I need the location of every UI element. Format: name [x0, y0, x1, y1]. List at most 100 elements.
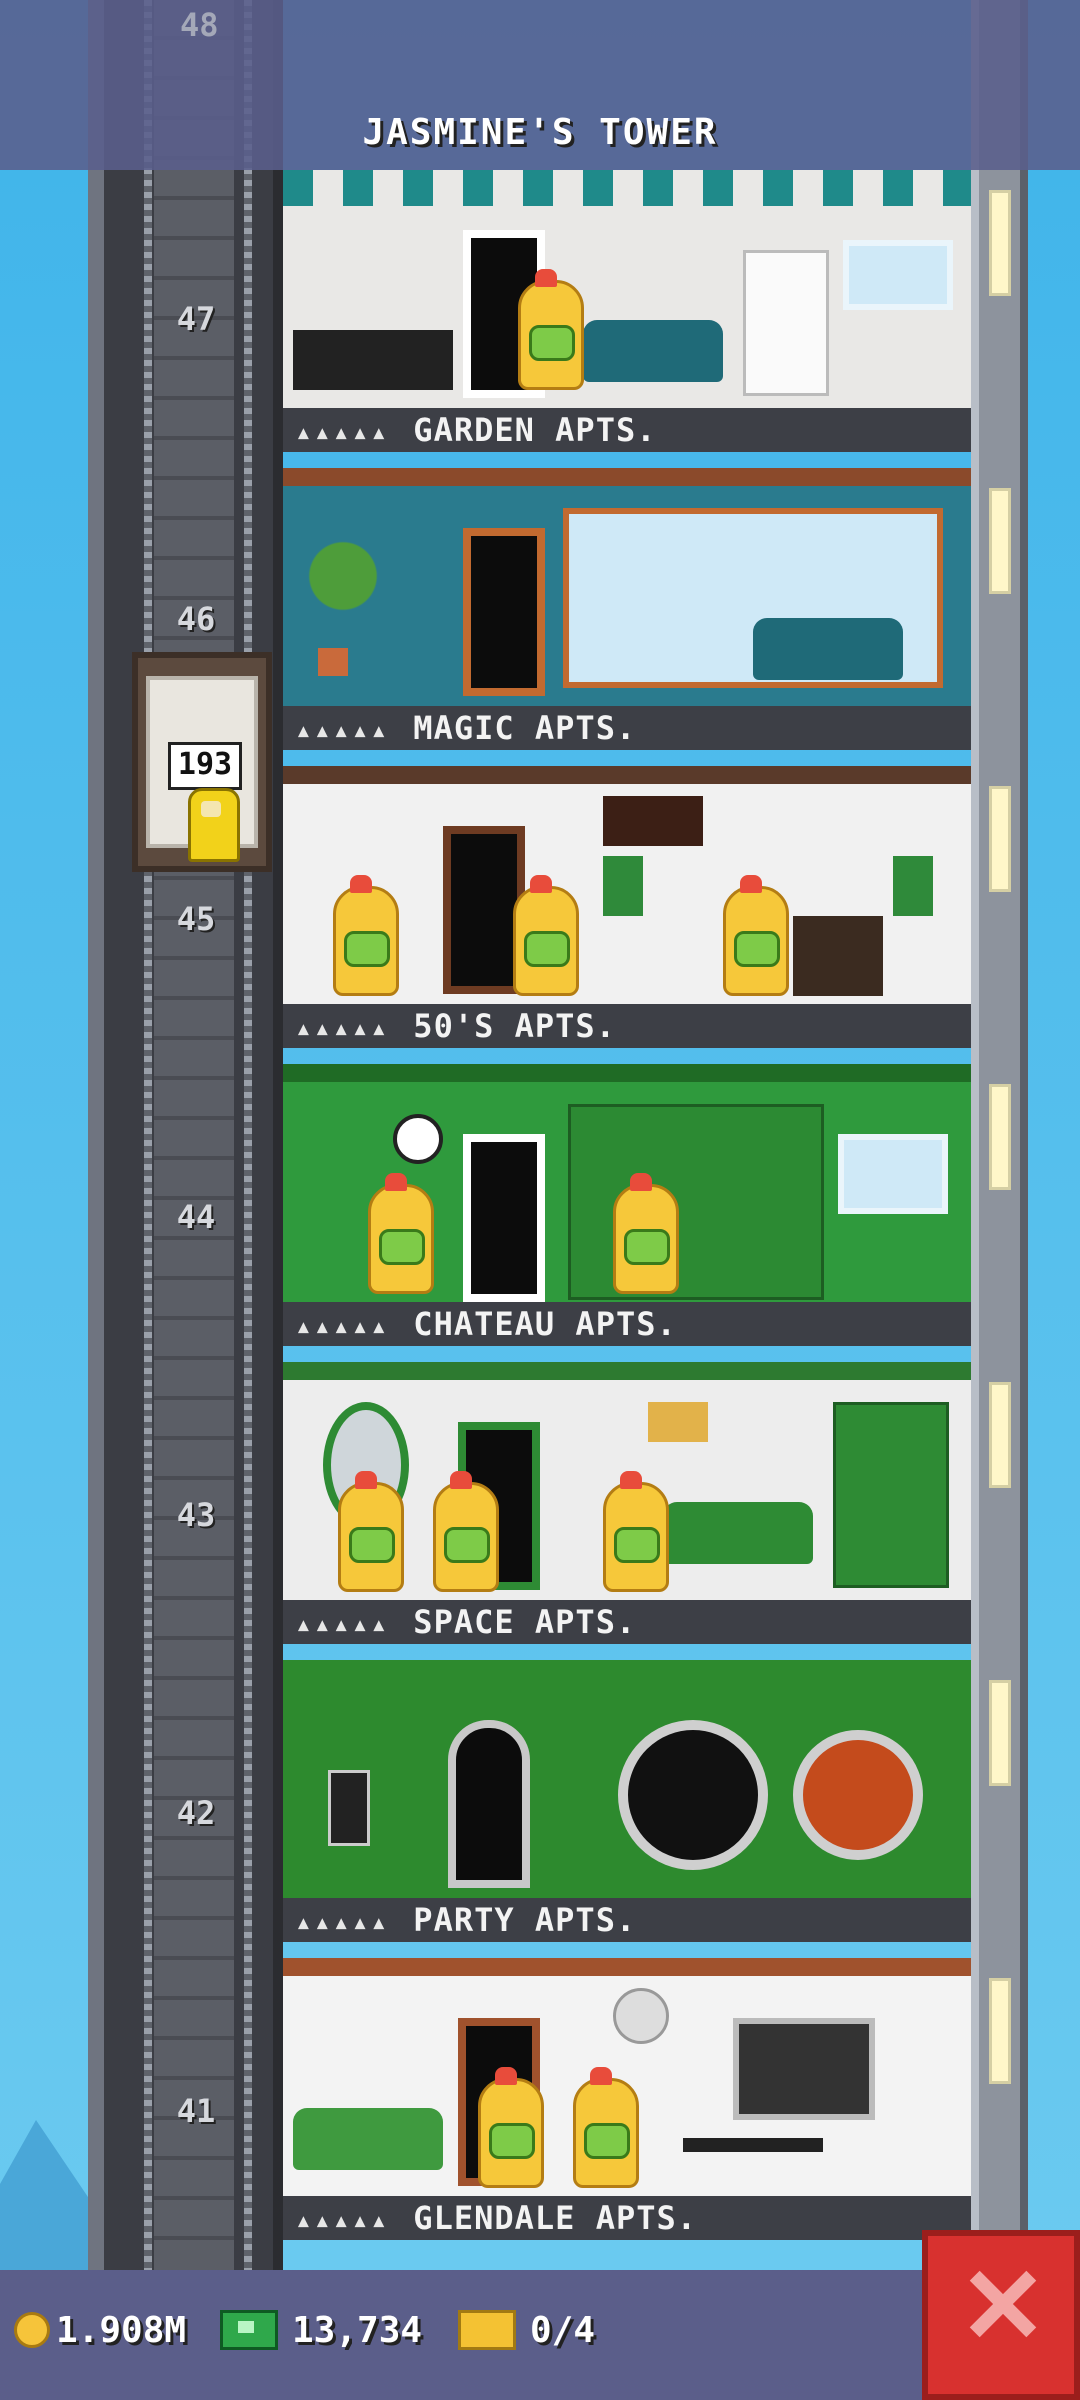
elevator-passenger-count: 193 — [168, 742, 242, 790]
fireplace — [793, 916, 883, 996]
elevator-car: 193 — [146, 676, 258, 862]
bux-stat: 13,734 — [220, 2300, 422, 2360]
sofa — [293, 2108, 443, 2170]
wall-trim — [283, 1064, 971, 1082]
resident[interactable] — [433, 1471, 499, 1592]
elevator-shaft: 47 46 45 44 43 42 41 193 — [88, 0, 283, 2270]
fridge — [743, 250, 829, 396]
floor-44[interactable]: ▴▴▴▴▴ CHATEAU APTS. — [283, 1064, 971, 1362]
floor-42[interactable]: ▴▴▴▴▴ PARTY APTS. — [283, 1660, 971, 1958]
plant — [303, 528, 383, 648]
coins-stat: 1.908M — [14, 2300, 186, 2360]
room-50s — [283, 766, 971, 1004]
shaft-floor-number-46: 46 — [176, 600, 216, 638]
floor-46[interactable]: ▴▴▴▴▴ MAGIC APTS. — [283, 468, 971, 766]
sofa — [663, 1502, 813, 1564]
floor-45[interactable]: ▴▴▴▴▴ 50'S APTS. — [283, 766, 971, 1064]
tickets-stat: 0/4 — [458, 2300, 595, 2360]
shaft-floor-number-47: 47 — [176, 300, 216, 338]
wall-light — [989, 1382, 1011, 1488]
shaft-floor-number-42: 42 — [176, 1794, 216, 1832]
wall-trim — [283, 170, 971, 206]
chandelier — [603, 796, 703, 846]
party-table — [683, 2138, 823, 2152]
resident[interactable] — [603, 1471, 669, 1592]
top-floor-number: 48 — [180, 6, 219, 44]
clock-icon — [393, 1114, 443, 1164]
floor-43[interactable]: ▴▴▴▴▴ SPACE APTS. — [283, 1362, 971, 1660]
resident[interactable] — [338, 1471, 404, 1592]
floor-label: ▴▴▴▴▴ 50'S APTS. — [283, 1004, 971, 1048]
wall-light — [989, 190, 1011, 296]
bux-value: 13,734 — [292, 2309, 423, 2351]
resident[interactable] — [368, 1173, 434, 1294]
top-header: 48 JASMINE'S TOWER — [0, 0, 1080, 170]
coin-icon — [14, 2312, 50, 2348]
shaft-bricks — [154, 0, 234, 2270]
sofa — [753, 618, 903, 680]
resident[interactable] — [613, 1173, 679, 1294]
resident[interactable] — [478, 2067, 544, 2188]
room-door — [448, 1720, 530, 1888]
floor-label: ▴▴▴▴▴ PARTY APTS. — [283, 1898, 971, 1942]
shaft-floor-number-43: 43 — [176, 1496, 216, 1534]
resident[interactable] — [573, 2067, 639, 2188]
shaft-rail-left — [144, 0, 152, 2270]
porthole-space — [618, 1720, 768, 1870]
ticket-icon — [458, 2310, 516, 2350]
cash-icon — [220, 2310, 278, 2350]
kitchen-cabinets — [568, 1104, 824, 1300]
banner-right — [893, 856, 933, 916]
wall-light — [989, 488, 1011, 594]
floor-label: ▴▴▴▴▴ CHATEAU APTS. — [283, 1302, 971, 1346]
coins-value: 1.908M — [56, 2309, 187, 2351]
status-bar: 1.908M 13,734 0/4 — [0, 2270, 1080, 2400]
shaft-floor-number-45: 45 — [176, 900, 216, 938]
chandelier — [648, 1402, 708, 1442]
pot — [318, 648, 348, 676]
wall-light — [989, 786, 1011, 892]
floor-label: ▴▴▴▴▴ MAGIC APTS. — [283, 706, 971, 750]
tower-right-wall — [971, 0, 1028, 2270]
window — [838, 1134, 948, 1214]
shaft-floor-number-41: 41 — [176, 2092, 216, 2130]
tower: 47 46 45 44 43 42 41 193 ▴▴▴▴▴ GARDEN AP… — [88, 0, 1028, 2270]
floor-47[interactable]: ▴▴▴▴▴ GARDEN APTS. — [283, 170, 971, 468]
room-chateau — [283, 1064, 971, 1302]
wall-trim — [283, 468, 971, 486]
wall-trim — [283, 766, 971, 784]
sofa — [583, 320, 723, 382]
shaft-floor-number-44: 44 — [176, 1198, 216, 1236]
floor-41[interactable]: ▴▴▴▴▴ GLENDALE APTS. — [283, 1958, 971, 2256]
resident[interactable] — [513, 875, 579, 996]
porthole-planet — [793, 1730, 923, 1860]
banner-left — [603, 856, 643, 916]
close-icon — [968, 2270, 1034, 2336]
floor-label: ▴▴▴▴▴ GARDEN APTS. — [283, 408, 971, 452]
room-space — [283, 1362, 971, 1600]
window — [843, 240, 953, 310]
resident[interactable] — [518, 269, 584, 390]
desk — [293, 330, 453, 390]
room-magic — [283, 468, 971, 706]
wall-panel — [328, 1770, 370, 1846]
close-button[interactable] — [922, 2230, 1080, 2400]
wall-light — [989, 1680, 1011, 1786]
room-party — [283, 1660, 971, 1898]
wall-light — [989, 1978, 1011, 2084]
disco-ball — [613, 1988, 669, 2044]
wall-trim — [283, 1362, 971, 1380]
room-glendale — [283, 1958, 971, 2196]
room-garden — [283, 170, 971, 408]
floor-label: ▴▴▴▴▴ GLENDALE APTS. — [283, 2196, 971, 2240]
room-door — [463, 1134, 545, 1302]
tower-title: JASMINE'S TOWER — [362, 112, 718, 153]
tickets-value: 0/4 — [530, 2309, 596, 2351]
wall-trim — [283, 1958, 971, 1976]
resident[interactable] — [333, 875, 399, 996]
elevator[interactable]: 193 — [132, 652, 272, 872]
room-door — [463, 528, 545, 696]
resident[interactable] — [723, 875, 789, 996]
wardrobe — [833, 1402, 949, 1588]
shaft-rail-right — [244, 0, 252, 2270]
